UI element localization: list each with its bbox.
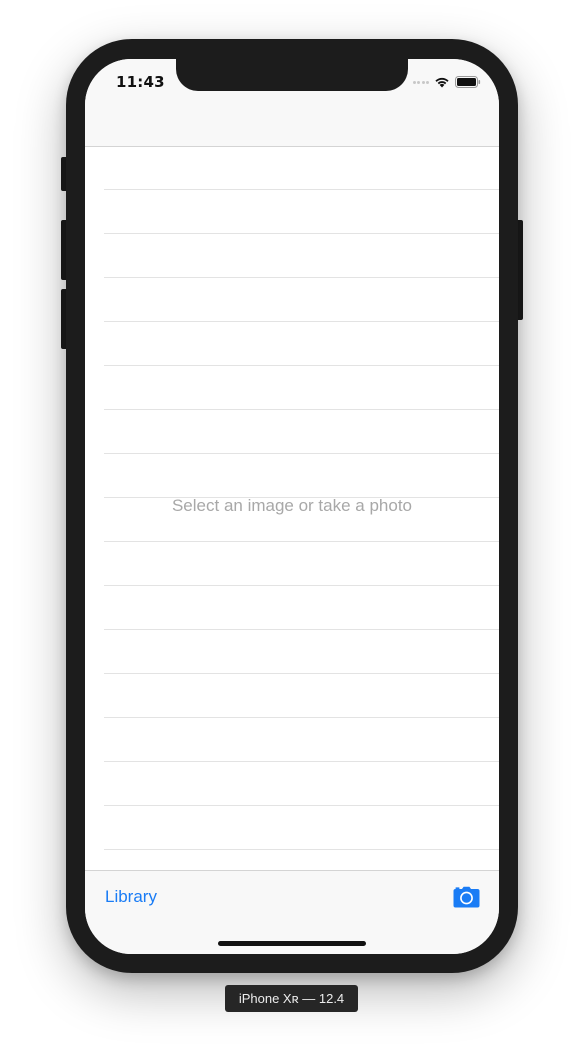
table-row-separator [104,717,499,718]
table-row-separator [104,321,499,322]
photo-table[interactable]: Select an image or take a photo [85,147,499,870]
status-time: 11:43 [116,73,165,91]
table-row-separator [104,673,499,674]
wifi-icon [435,77,449,88]
status-indicators [412,75,482,89]
home-indicator[interactable] [218,941,366,946]
device-screen: 11:43 Select an image or take a photo Li… [85,59,499,954]
table-row-separator [104,277,499,278]
table-row-separator [104,233,499,234]
table-row-separator [104,849,499,850]
table-row-separator [104,453,499,454]
table-row-separator [104,585,499,586]
library-button[interactable]: Library [105,887,157,907]
device-notch [176,59,408,91]
simulator-device-label: iPhone Xʀ — 12.4 [225,985,358,1012]
empty-state-message: Select an image or take a photo [171,496,413,515]
camera-icon[interactable] [453,886,480,908]
battery-icon [455,76,481,88]
table-row-separator [104,761,499,762]
table-row-separator [104,629,499,630]
simulator-stage: 11:43 Select an image or take a photo Li… [0,0,584,1048]
navigation-bar: 11:43 [85,59,499,147]
table-row-separator [104,541,499,542]
table-row-separator [104,805,499,806]
cellular-signal-icon [412,80,429,84]
table-row-separator [104,189,499,190]
bottom-toolbar: Library [85,870,499,954]
table-row-separator [104,365,499,366]
table-row-separator [104,409,499,410]
